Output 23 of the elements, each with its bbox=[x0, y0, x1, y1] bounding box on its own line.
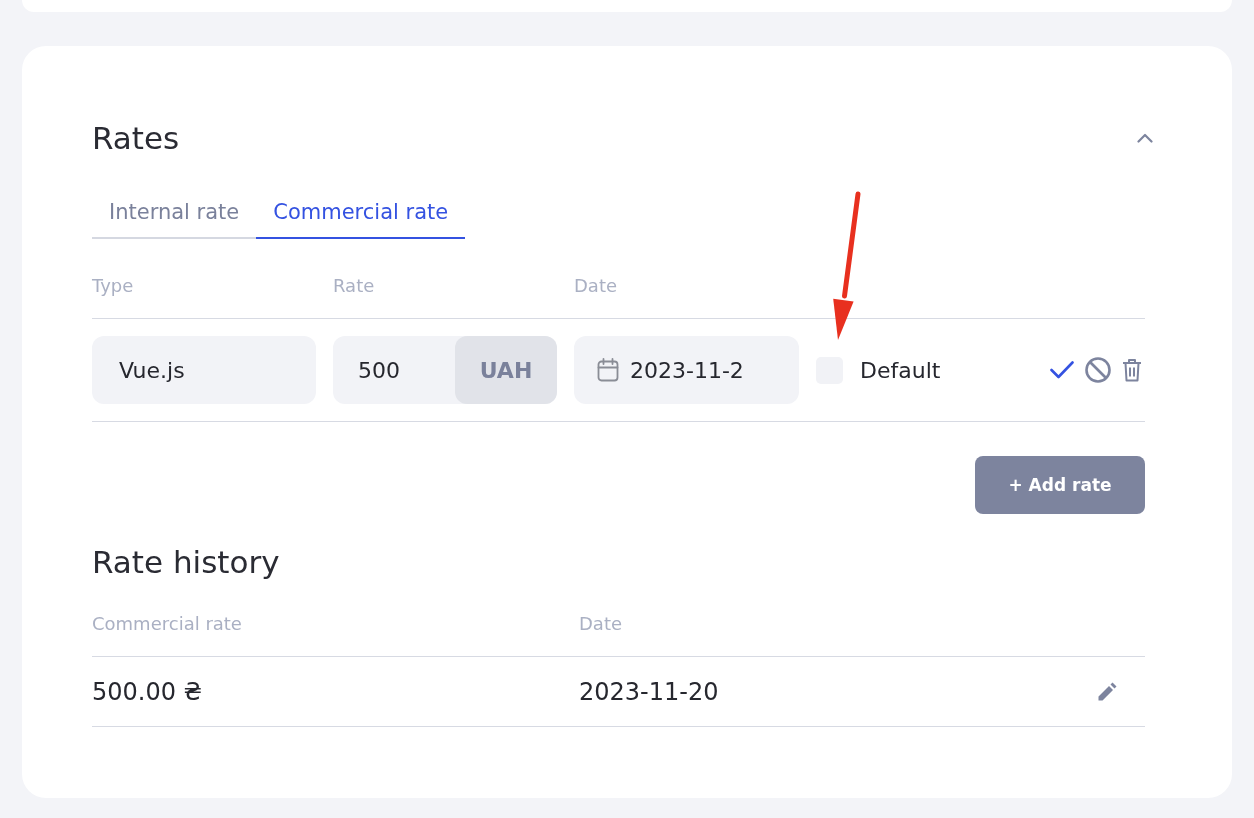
check-icon[interactable] bbox=[1050, 361, 1074, 379]
column-header: Date bbox=[574, 275, 618, 297]
ban-icon[interactable] bbox=[1085, 357, 1111, 383]
table-cell: 500.00 ₴ bbox=[92, 677, 203, 706]
currency-addon: UAH bbox=[455, 336, 557, 404]
section-title: Rates bbox=[92, 119, 180, 158]
column-header: Type bbox=[92, 275, 134, 297]
section-title: Rate history bbox=[92, 543, 280, 582]
tab[interactable]: Commercial rate bbox=[256, 199, 466, 239]
chevron-up-icon[interactable] bbox=[1137, 133, 1153, 143]
table-cell: 2023-11-20 bbox=[579, 677, 719, 706]
checkbox-label: Default bbox=[860, 357, 941, 383]
date-field[interactable]: 2023-11-2 bbox=[574, 336, 799, 404]
column-header: Date bbox=[579, 613, 623, 635]
type-field[interactable]: Vue.js bbox=[92, 336, 316, 404]
rate-field[interactable]: 500 UAH bbox=[333, 336, 557, 404]
add-rate-button[interactable]: + Add rate bbox=[975, 456, 1145, 514]
calendar-icon bbox=[597, 358, 619, 382]
column-header: Rate bbox=[333, 275, 375, 297]
tab[interactable]: Internal rate bbox=[92, 199, 257, 239]
trash-icon[interactable] bbox=[1122, 358, 1142, 382]
column-header: Commercial rate bbox=[92, 613, 242, 635]
pencil-icon[interactable] bbox=[1098, 682, 1117, 701]
